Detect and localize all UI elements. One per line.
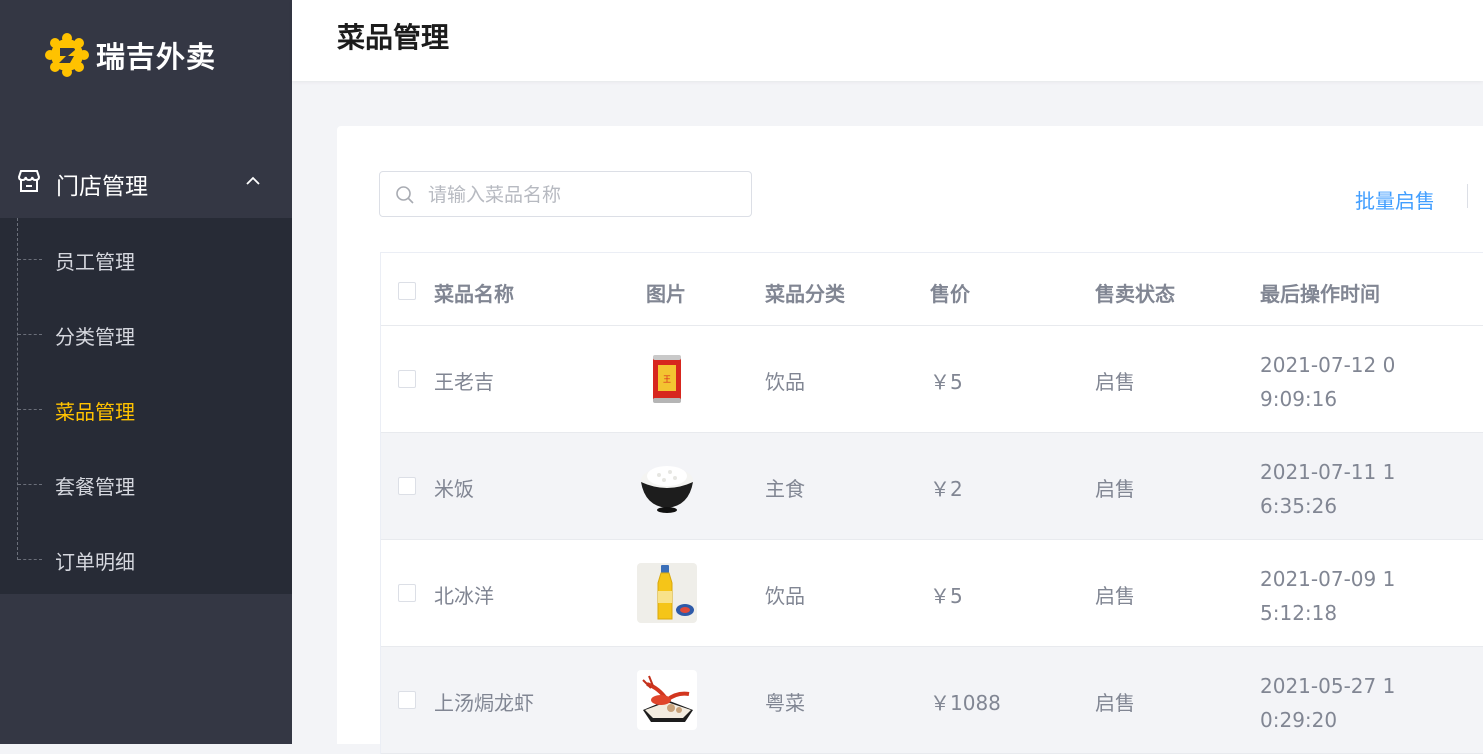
dish-updated-time: 2021-07-12 09:09:16 (1260, 353, 1396, 411)
table-row: 上汤焗龙虾 粤菜 ￥1088 启售 2021-05-27 10:29:20 (381, 647, 1483, 754)
search-icon (395, 185, 415, 205)
tree-branch (18, 559, 42, 560)
dish-category: 主食 (765, 477, 805, 501)
row-checkbox[interactable] (398, 477, 416, 495)
dish-image[interactable] (637, 563, 697, 623)
dish-updated-time: 2021-05-27 10:29:20 (1260, 674, 1396, 732)
content-card: 批量启售 菜品名称 图片 菜品分类 售价 售卖状态 最后操作时间 王老吉 (337, 126, 1483, 754)
table-row: 北冰洋 饮品 ￥5 启售 2021-07-09 15:12:18 (381, 540, 1483, 647)
dish-status: 启售 (1095, 370, 1135, 394)
submenu: 员工管理 分类管理 菜品管理 套餐管理 订单明细 (0, 218, 292, 594)
sidebar-item-label: 菜品管理 (55, 400, 135, 424)
dish-category: 饮品 (765, 584, 805, 608)
select-all-checkbox[interactable] (398, 282, 416, 300)
sidebar-item-orders[interactable]: 订单明细 (0, 518, 292, 593)
app-name: 瑞吉外卖 (96, 40, 217, 74)
dish-price: ￥1088 (930, 691, 1001, 715)
dish-name: 上汤焗龙虾 (434, 691, 534, 715)
dish-price: ￥5 (930, 584, 963, 608)
dish-price: ￥5 (930, 370, 963, 394)
dish-status: 启售 (1095, 691, 1135, 715)
column-header: 售卖状态 (1095, 282, 1175, 306)
row-checkbox[interactable] (398, 691, 416, 709)
dish-category: 粤菜 (765, 691, 805, 715)
dish-image[interactable] (637, 456, 697, 516)
svg-text:王: 王 (663, 375, 671, 384)
dish-updated-time: 2021-07-11 16:35:26 (1260, 460, 1396, 518)
dish-updated-time: 2021-07-09 15:12:18 (1260, 567, 1396, 625)
logo-icon (44, 32, 90, 78)
column-header: 图片 (646, 282, 686, 306)
sidebar-item-employees[interactable]: 员工管理 (0, 218, 292, 293)
sidebar: 瑞吉外卖 门店管理 员工管理 分类管理 菜品管理 套餐管理 订单明细 (0, 0, 292, 744)
dish-name: 北冰洋 (434, 584, 494, 608)
column-header: 菜品名称 (434, 282, 514, 306)
dish-name: 米饭 (434, 477, 474, 501)
dish-image[interactable] (637, 670, 697, 730)
sidebar-item-label: 套餐管理 (55, 475, 135, 499)
dish-category: 饮品 (765, 370, 805, 394)
tree-branch (18, 259, 42, 260)
tree-branch (18, 334, 42, 335)
sidebar-item-dishes[interactable]: 菜品管理 (0, 368, 292, 443)
sidebar-item-categories[interactable]: 分类管理 (0, 293, 292, 368)
store-icon (16, 168, 42, 194)
sidebar-item-label: 订单明细 (55, 550, 135, 574)
toolbar-divider (1467, 184, 1468, 208)
batch-enable-button[interactable]: 批量启售 (1355, 185, 1435, 214)
app-logo[interactable]: 瑞吉外卖 (44, 30, 216, 80)
dish-image[interactable]: 王 (637, 349, 697, 409)
tree-branch (18, 409, 42, 410)
column-header: 售价 (930, 282, 970, 306)
search-box[interactable] (379, 171, 752, 217)
table-row: 米饭 主食 ￥2 启售 2021-07-11 16:35:26 (381, 433, 1483, 540)
menu-group-store[interactable]: 门店管理 (0, 148, 292, 218)
dish-table: 菜品名称 图片 菜品分类 售价 售卖状态 最后操作时间 王老吉 王 饮品 ￥5 … (380, 252, 1483, 754)
row-checkbox[interactable] (398, 584, 416, 602)
column-header: 菜品分类 (765, 282, 845, 306)
table-row: 王老吉 王 饮品 ￥5 启售 2021-07-12 09:09:16 (381, 326, 1483, 433)
dish-price: ￥2 (930, 477, 963, 501)
search-input[interactable] (426, 180, 740, 210)
sidebar-item-setmeals[interactable]: 套餐管理 (0, 443, 292, 518)
dish-name: 王老吉 (434, 370, 494, 394)
top-bar: 菜品管理 (292, 0, 1483, 81)
dish-status: 启售 (1095, 477, 1135, 501)
column-header: 最后操作时间 (1260, 282, 1380, 306)
page-title: 菜品管理 (337, 21, 450, 54)
dish-status: 启售 (1095, 584, 1135, 608)
sidebar-item-label: 分类管理 (55, 325, 135, 349)
row-checkbox[interactable] (398, 370, 416, 388)
tree-branch (18, 484, 42, 485)
chevron-up-icon (244, 170, 262, 188)
table-header: 菜品名称 图片 菜品分类 售价 售卖状态 最后操作时间 (381, 253, 1483, 326)
sidebar-item-label: 员工管理 (55, 250, 135, 274)
menu-group-label: 门店管理 (56, 174, 148, 200)
